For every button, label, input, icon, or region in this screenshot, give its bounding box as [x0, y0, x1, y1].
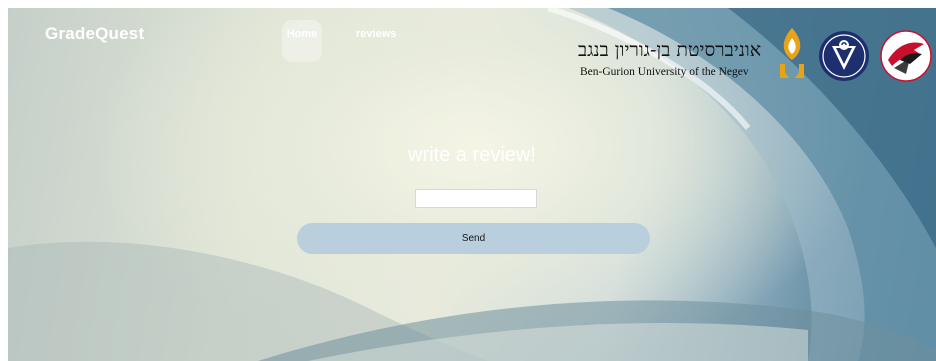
page: GradeQuest Home reviews אוניברסיטת בן-גו…: [8, 8, 936, 361]
nav-reviews-link[interactable]: reviews: [356, 28, 396, 40]
bird-logo-icon: [880, 30, 932, 82]
brand-logo-text[interactable]: GradeQuest: [45, 24, 144, 44]
university-name-hebrew: אוניברסיטת בן-גוריון בנגב: [578, 39, 762, 61]
shield-logo-icon: [819, 31, 869, 81]
send-button[interactable]: Send: [297, 223, 650, 254]
nav-home-button[interactable]: Home: [282, 20, 322, 62]
university-name-english: Ben-Gurion University of the Negev: [580, 66, 749, 78]
review-input[interactable]: [415, 189, 537, 208]
page-heading: write a review!: [408, 144, 536, 166]
flame-logo-icon: [780, 28, 804, 78]
